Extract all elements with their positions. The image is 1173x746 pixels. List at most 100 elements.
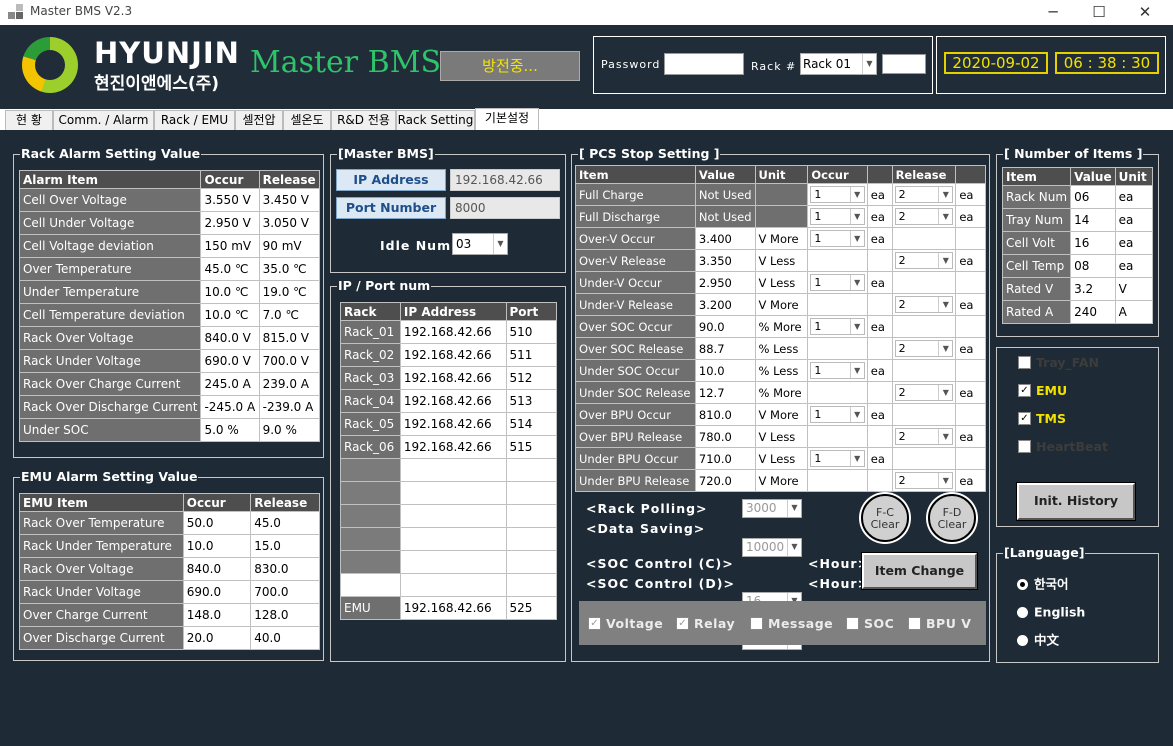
port-cell[interactable]: 515	[505, 435, 557, 459]
dropdown-cell[interactable]: 1 ▼	[807, 447, 868, 470]
release-cell[interactable]: 7.0 ℃	[258, 303, 321, 327]
release-cell[interactable]: 830.0	[250, 557, 320, 581]
occur-cell[interactable]: 50.0	[182, 511, 252, 535]
count-select[interactable]: 2 ▼	[894, 296, 954, 313]
item-change-button[interactable]: Item Change	[861, 552, 978, 590]
ip-cell[interactable]: 192.168.42.66	[399, 366, 507, 390]
rack-extra-input[interactable]	[882, 54, 926, 74]
dropdown-cell[interactable]: 2 ▼	[891, 183, 957, 206]
pcs-value-cell[interactable]: Not Used	[694, 205, 756, 228]
count-select[interactable]: 1 ▼	[810, 362, 865, 379]
radio-icon[interactable]	[1017, 635, 1028, 646]
num-value-cell[interactable]: 14	[1070, 208, 1116, 232]
port-cell[interactable]: 511	[505, 343, 557, 367]
option-checkbox-bpu-v[interactable]: BPU V	[908, 616, 971, 631]
release-cell[interactable]: 239.0 A	[258, 372, 321, 396]
dropdown-cell[interactable]: 2 ▼	[891, 381, 957, 404]
pcs-value-cell[interactable]: 90.0	[694, 315, 756, 338]
pcs-value-cell[interactable]: 3.400	[694, 227, 756, 250]
count-select[interactable]: 1 ▼	[810, 318, 865, 335]
checkbox-icon[interactable]	[1018, 356, 1031, 369]
tab-cell-temp[interactable]: 셀온도	[283, 110, 331, 130]
release-cell[interactable]: 15.0	[250, 534, 320, 558]
password-input[interactable]	[664, 53, 744, 75]
count-select[interactable]: 1 ▼	[810, 274, 865, 291]
option-checkbox-tms[interactable]: ✓ TMS	[1018, 408, 1148, 436]
port-cell[interactable]: 513	[505, 389, 557, 413]
checkbox-icon[interactable]	[1018, 440, 1031, 453]
port-number-field[interactable]: 8000	[450, 197, 560, 219]
rack-polling-select[interactable]: 3000 ▼	[742, 499, 802, 518]
release-cell[interactable]: 40.0	[250, 626, 320, 650]
occur-cell[interactable]: 690.0 V	[200, 349, 260, 373]
dropdown-cell[interactable]: 1 ▼	[807, 359, 868, 382]
empty-cell[interactable]	[505, 550, 557, 574]
dropdown-cell[interactable]: 1 ▼	[807, 403, 868, 426]
checkbox-icon[interactable]	[908, 617, 921, 630]
ip-cell[interactable]: 192.168.42.66	[399, 412, 507, 436]
port-cell[interactable]: 512	[505, 366, 557, 390]
count-select[interactable]: 1 ▼	[810, 230, 865, 247]
language-option[interactable]: 中文	[1017, 630, 1147, 658]
port-cell[interactable]: 525	[505, 596, 557, 620]
empty-cell[interactable]	[505, 504, 557, 528]
occur-cell[interactable]: 245.0 A	[200, 372, 260, 396]
empty-cell[interactable]	[399, 481, 507, 505]
occur-cell[interactable]: 840.0	[182, 557, 252, 581]
occur-cell[interactable]: 10.0 ℃	[200, 280, 260, 304]
dropdown-cell[interactable]: 1 ▼	[807, 205, 868, 228]
release-cell[interactable]: 45.0	[250, 511, 320, 535]
count-select[interactable]: 2 ▼	[894, 428, 954, 445]
occur-cell[interactable]: 10.0 ℃	[200, 303, 260, 327]
empty-cell[interactable]	[505, 527, 557, 551]
empty-cell[interactable]	[505, 573, 557, 597]
num-value-cell[interactable]: 3.2	[1070, 277, 1116, 301]
release-cell[interactable]: -239.0 A	[258, 395, 321, 419]
tab-comm-alarm[interactable]: Comm. / Alarm	[53, 110, 154, 130]
rack-select[interactable]: Rack 01 ▼	[800, 53, 877, 75]
dropdown-cell[interactable]: 2 ▼	[891, 205, 957, 228]
pcs-value-cell[interactable]: Not Used	[694, 183, 756, 206]
tab-status[interactable]: 현 황	[5, 110, 53, 130]
tab-rnd[interactable]: R&D 전용	[331, 110, 396, 130]
checkbox-icon[interactable]: ✓	[676, 617, 689, 630]
tab-rack-emu[interactable]: Rack / EMU	[154, 110, 235, 130]
tab-basic-setting[interactable]: 기본설정	[475, 108, 539, 130]
pcs-value-cell[interactable]: 12.7	[694, 381, 756, 404]
release-cell[interactable]: 700.0	[250, 580, 320, 604]
fc-clear-button[interactable]: F-C Clear	[861, 494, 909, 542]
count-select[interactable]: 1 ▼	[810, 186, 865, 203]
init-history-button[interactable]: Init. History	[1016, 482, 1136, 521]
checkbox-icon[interactable]	[750, 617, 763, 630]
empty-cell[interactable]	[399, 527, 507, 551]
occur-cell[interactable]: 45.0 ℃	[200, 257, 260, 281]
option-checkbox-message[interactable]: Message	[750, 616, 833, 631]
release-cell[interactable]: 128.0	[250, 603, 320, 627]
dropdown-cell[interactable]: 2 ▼	[891, 249, 957, 272]
count-select[interactable]: 1 ▼	[810, 208, 865, 225]
count-select[interactable]: 2 ▼	[894, 384, 954, 401]
checkbox-icon[interactable]	[846, 617, 859, 630]
language-option[interactable]: English	[1017, 602, 1147, 630]
count-select[interactable]: 2 ▼	[894, 472, 954, 489]
pcs-value-cell[interactable]: 2.950	[694, 271, 756, 294]
occur-cell[interactable]: 3.550 V	[200, 188, 260, 212]
ip-cell[interactable]: 192.168.42.66	[399, 320, 507, 344]
release-cell[interactable]: 19.0 ℃	[258, 280, 321, 304]
pcs-value-cell[interactable]: 710.0	[694, 447, 756, 470]
option-checkbox-voltage[interactable]: ✓ Voltage	[588, 616, 663, 631]
occur-cell[interactable]: 840.0 V	[200, 326, 260, 350]
occur-cell[interactable]: 148.0	[182, 603, 252, 627]
checkbox-icon[interactable]: ✓	[588, 617, 601, 630]
pcs-value-cell[interactable]: 10.0	[694, 359, 756, 382]
occur-cell[interactable]: 690.0	[182, 580, 252, 604]
ip-address-field[interactable]: 192.168.42.66	[450, 169, 560, 191]
num-value-cell[interactable]: 16	[1070, 231, 1116, 255]
count-select[interactable]: 1 ▼	[810, 406, 865, 423]
count-select[interactable]: 2 ▼	[894, 186, 954, 203]
pcs-value-cell[interactable]: 88.7	[694, 337, 756, 360]
release-cell[interactable]: 700.0 V	[258, 349, 321, 373]
release-cell[interactable]: 3.050 V	[258, 211, 321, 235]
pcs-value-cell[interactable]: 720.0	[694, 469, 756, 492]
dropdown-cell[interactable]: 2 ▼	[891, 337, 957, 360]
